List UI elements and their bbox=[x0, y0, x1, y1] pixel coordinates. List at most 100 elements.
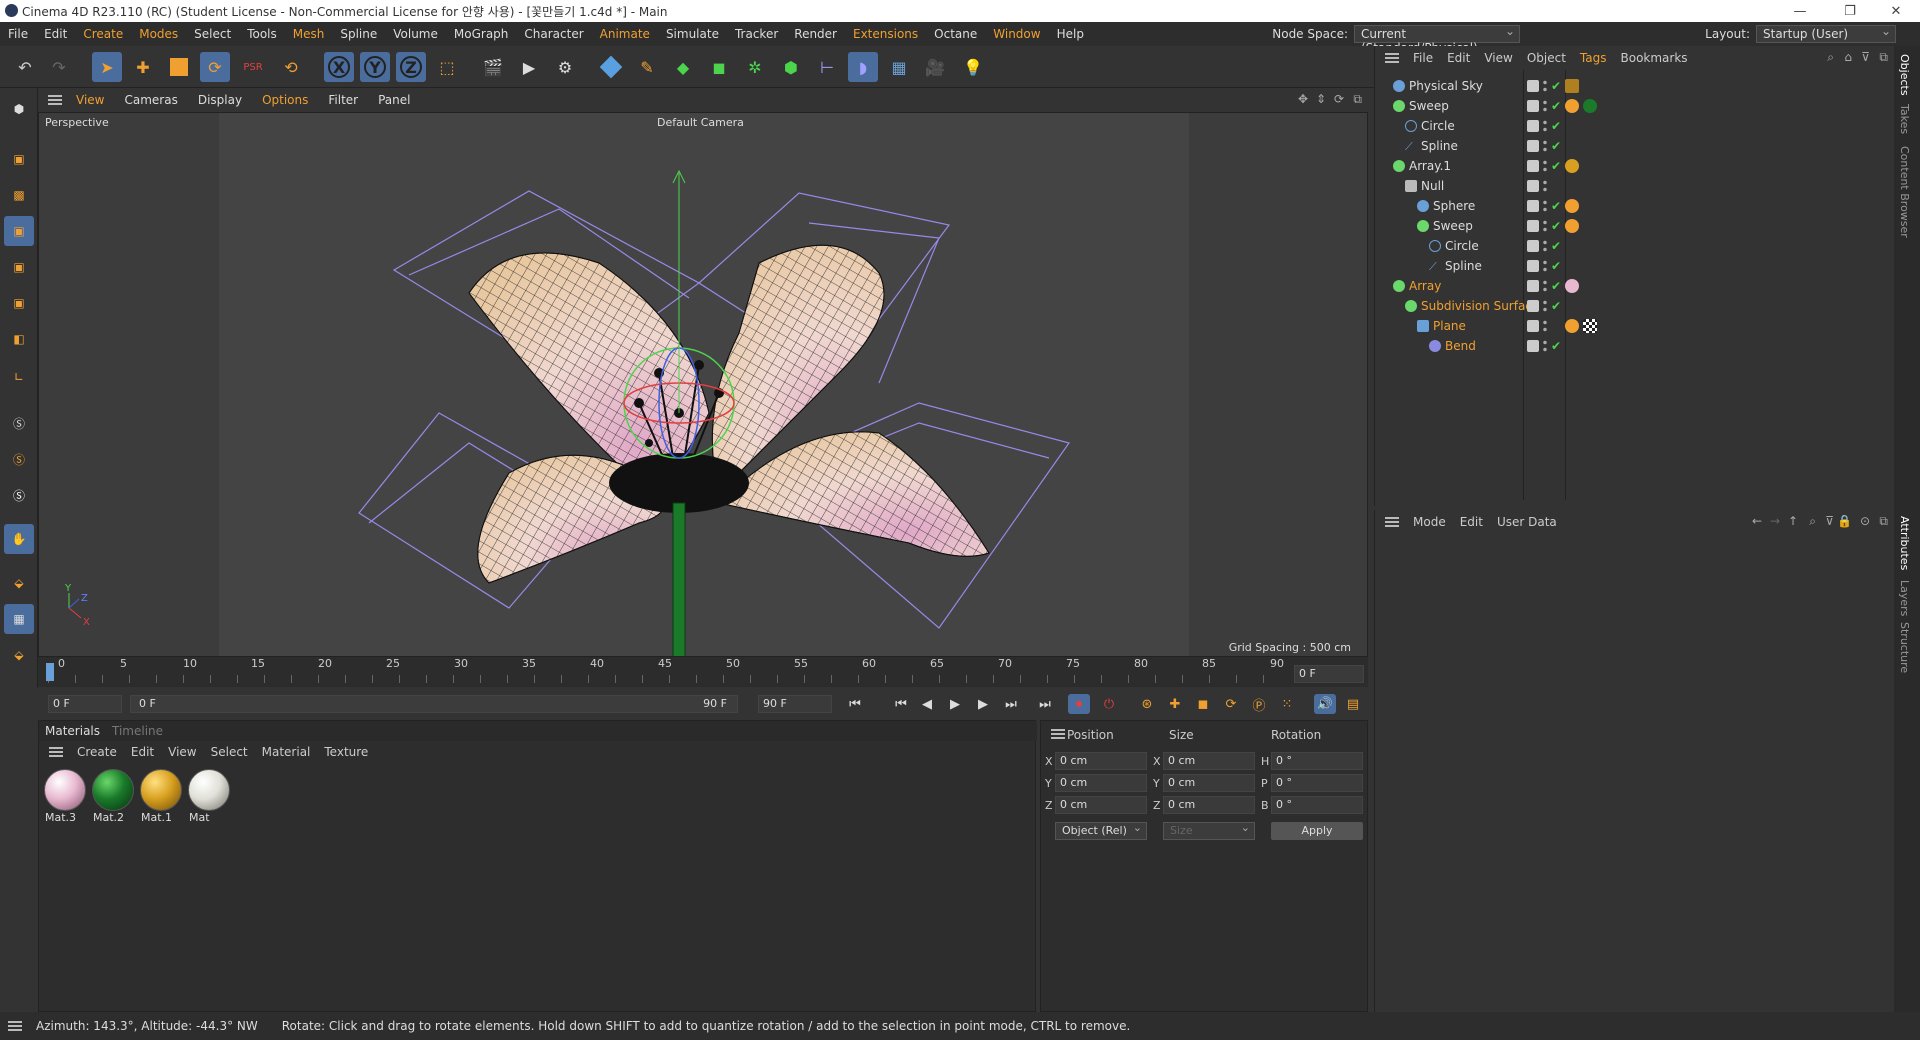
visibility-toggle[interactable] bbox=[1527, 260, 1539, 272]
enabled-check-icon[interactable]: ✔ bbox=[1551, 299, 1561, 313]
pos-x-field[interactable]: 0 cm bbox=[1055, 752, 1147, 770]
viewport-menu-options[interactable]: Options bbox=[252, 93, 318, 107]
coord-mode-select[interactable]: Object (Rel) bbox=[1055, 821, 1147, 840]
object-menu-object[interactable]: Object bbox=[1527, 51, 1566, 65]
grid-plane-button[interactable]: ▦ bbox=[4, 604, 34, 634]
object-row-bend[interactable]: Bend ✔ bbox=[1375, 336, 1895, 356]
uvw-tag-icon[interactable] bbox=[1583, 319, 1597, 333]
object-menu-view[interactable]: View bbox=[1484, 51, 1512, 65]
pos-y-field[interactable]: 0 cm bbox=[1055, 774, 1147, 792]
select-tool-button[interactable]: ➤ bbox=[92, 52, 122, 82]
attr-search-icon[interactable]: ⌕ bbox=[1809, 514, 1816, 529]
enabled-check-icon[interactable]: ✔ bbox=[1551, 159, 1561, 173]
visibility-toggle[interactable] bbox=[1527, 180, 1539, 192]
subdivision-surface-button[interactable]: ◆ bbox=[668, 52, 698, 82]
rotate-tool-button[interactable]: ⟳ bbox=[200, 52, 230, 82]
floor-button[interactable]: ▦ bbox=[884, 52, 914, 82]
render-dots[interactable] bbox=[1543, 239, 1547, 253]
menu-file[interactable]: File bbox=[0, 27, 36, 41]
visibility-toggle[interactable] bbox=[1527, 280, 1539, 292]
visibility-toggle[interactable] bbox=[1527, 300, 1539, 312]
object-menu-tags[interactable]: Tags bbox=[1580, 51, 1607, 65]
object-row-sweep-2[interactable]: Sweep ✔ bbox=[1375, 216, 1895, 236]
attr-forward-icon[interactable]: → bbox=[1770, 514, 1780, 528]
goto-start-button[interactable]: ⏮ bbox=[844, 694, 866, 714]
node-space-select[interactable]: Current (Standard/Physical) bbox=[1354, 24, 1520, 55]
object-row-array1[interactable]: Array.1 ✔ bbox=[1375, 156, 1895, 176]
record-keys-button[interactable]: ⏺ bbox=[1068, 694, 1090, 714]
enabled-check-icon[interactable]: ✔ bbox=[1551, 139, 1561, 153]
menu-window[interactable]: Window bbox=[985, 27, 1048, 41]
edges-mode-button[interactable]: ▣ bbox=[4, 252, 34, 282]
render-view-button[interactable]: 🎬 bbox=[478, 52, 508, 82]
object-row-sphere[interactable]: Sphere ✔ bbox=[1375, 196, 1895, 216]
motion-system-button[interactable]: 🔊 bbox=[1314, 694, 1336, 714]
object-row-circle-2[interactable]: Circle ✔ bbox=[1375, 236, 1895, 256]
object-row-circle[interactable]: Circle ✔ bbox=[1375, 116, 1895, 136]
restore-button[interactable]: ❐ bbox=[1830, 0, 1870, 22]
frame-range-slider[interactable]: 0 F 90 F bbox=[130, 695, 738, 713]
key-pla-button[interactable]: ⁙ bbox=[1276, 694, 1298, 714]
axis-mode-button[interactable]: ∟ bbox=[4, 362, 34, 392]
timeline-menu-button[interactable]: ▤ bbox=[1342, 694, 1364, 714]
attr-lock-icon[interactable]: 🔒 bbox=[1837, 514, 1852, 528]
viewport-move-icon[interactable]: ✥ bbox=[1298, 92, 1308, 106]
pos-z-field[interactable]: 0 cm bbox=[1055, 796, 1147, 814]
scale-tool-button[interactable] bbox=[164, 52, 194, 82]
attr-filter-icon[interactable]: ⊽ bbox=[1825, 514, 1834, 528]
points-mode-button[interactable]: ▣ bbox=[4, 216, 34, 246]
menu-create[interactable]: Create bbox=[75, 27, 131, 41]
enabled-check-icon[interactable]: ✔ bbox=[1551, 219, 1561, 233]
spline-pen-button[interactable]: ✎ bbox=[632, 52, 662, 82]
menu-volume[interactable]: Volume bbox=[385, 27, 446, 41]
object-search-icon[interactable]: ⌕ bbox=[1827, 50, 1834, 65]
enabled-check-icon[interactable]: ✔ bbox=[1551, 339, 1561, 353]
close-button[interactable]: ✕ bbox=[1876, 0, 1916, 22]
deformer-button[interactable]: ⊢ bbox=[812, 52, 842, 82]
menu-help[interactable]: Help bbox=[1049, 27, 1092, 41]
object-row-spline-2[interactable]: ⟋ Spline ✔ bbox=[1375, 256, 1895, 276]
prev-key-button[interactable]: ⏮ bbox=[890, 694, 912, 714]
viewport-menu-cameras[interactable]: Cameras bbox=[114, 93, 187, 107]
visibility-toggle[interactable] bbox=[1527, 80, 1539, 92]
material-tag-icon[interactable] bbox=[1565, 279, 1579, 293]
sidetab-layers[interactable]: Layers bbox=[1898, 580, 1911, 616]
model-mode-button[interactable]: ▣ bbox=[4, 144, 34, 174]
status-menu-icon[interactable] bbox=[8, 1021, 22, 1031]
coordinate-system-button[interactable]: ⬚ bbox=[432, 52, 462, 82]
visibility-toggle[interactable] bbox=[1527, 220, 1539, 232]
workplane-button[interactable]: ⬙ bbox=[4, 568, 34, 598]
object-home-icon[interactable]: ⌂ bbox=[1844, 50, 1852, 64]
object-row-plane[interactable]: Plane bbox=[1375, 316, 1895, 336]
menu-render[interactable]: Render bbox=[786, 27, 845, 41]
tab-materials[interactable]: Materials bbox=[39, 724, 106, 738]
timeline-playhead[interactable] bbox=[46, 663, 54, 681]
render-dots[interactable] bbox=[1543, 339, 1547, 353]
z-axis-lock-button[interactable]: Z bbox=[396, 52, 426, 82]
menu-tools[interactable]: Tools bbox=[239, 27, 285, 41]
render-dots[interactable] bbox=[1543, 79, 1547, 93]
menu-select[interactable]: Select bbox=[186, 27, 239, 41]
visibility-toggle[interactable] bbox=[1527, 160, 1539, 172]
sidetab-takes[interactable]: Takes bbox=[1898, 104, 1911, 134]
enabled-check-icon[interactable]: ✔ bbox=[1551, 99, 1561, 113]
visibility-toggle[interactable] bbox=[1527, 200, 1539, 212]
locked-workplane-button[interactable]: ⬙ bbox=[4, 640, 34, 670]
object-menu-icon[interactable] bbox=[1385, 53, 1399, 63]
coord-size-select[interactable]: Size bbox=[1163, 821, 1255, 840]
max-frame-field[interactable]: 90 F bbox=[758, 695, 832, 713]
menu-simulate[interactable]: Simulate bbox=[658, 27, 727, 41]
menu-character[interactable]: Character bbox=[516, 27, 591, 41]
light-button[interactable]: 💡 bbox=[958, 52, 988, 82]
phong-tag-icon[interactable] bbox=[1565, 99, 1579, 113]
field-button[interactable]: ◗ bbox=[848, 52, 878, 82]
tweak-mode-button[interactable]: ✋ bbox=[4, 524, 34, 554]
material-menu-texture[interactable]: Texture bbox=[324, 745, 368, 759]
render-dots[interactable] bbox=[1543, 119, 1547, 133]
move-tool-button[interactable]: ✚ bbox=[128, 52, 158, 82]
phong-tag-icon[interactable] bbox=[1565, 199, 1579, 213]
x-axis-lock-button[interactable]: X bbox=[324, 52, 354, 82]
viewport-menu-panel[interactable]: Panel bbox=[368, 93, 420, 107]
viewport-menu-display[interactable]: Display bbox=[188, 93, 252, 107]
attribute-menu-edit[interactable]: Edit bbox=[1460, 515, 1483, 529]
